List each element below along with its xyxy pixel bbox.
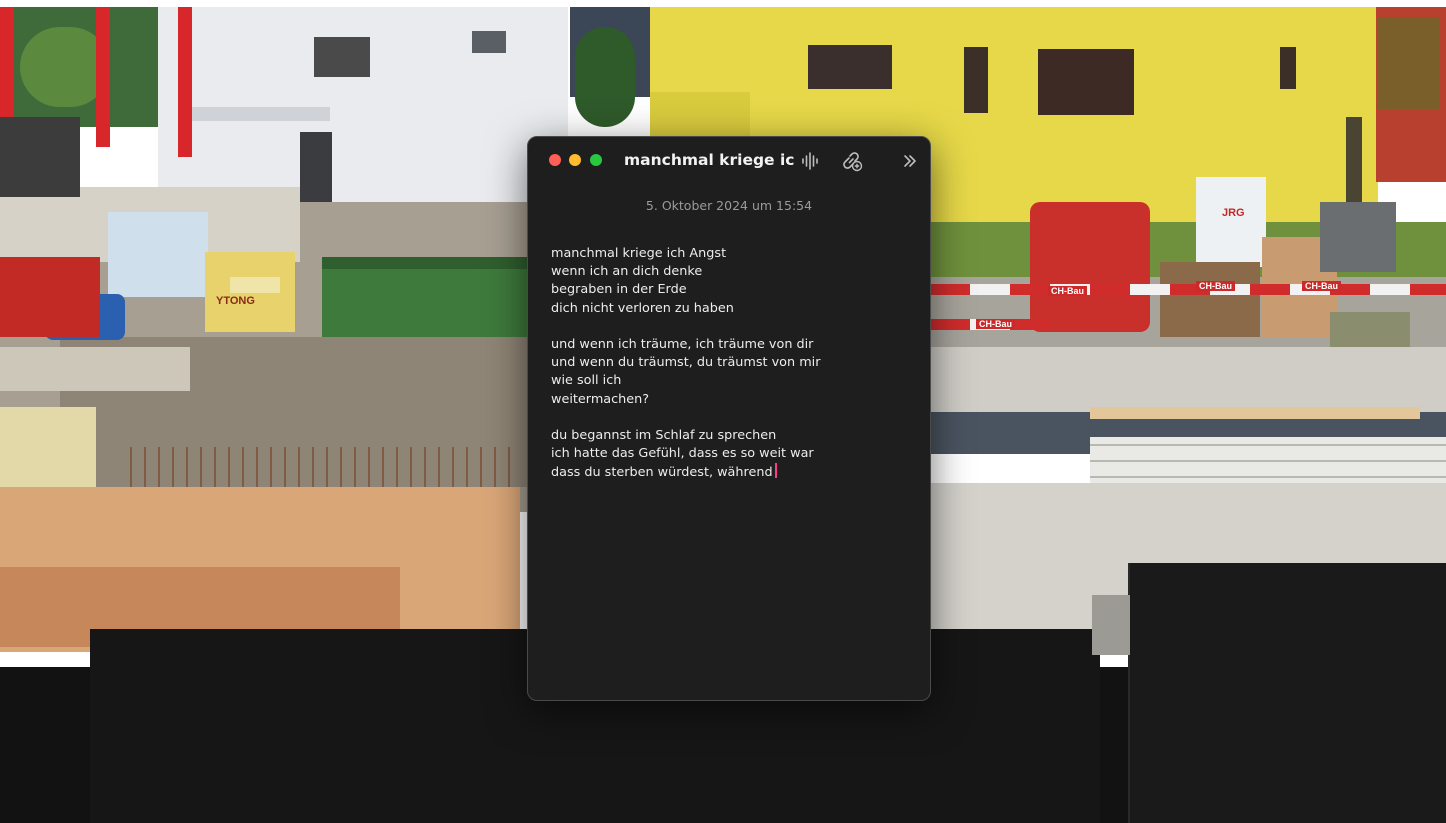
note-line: weitermachen? <box>551 391 650 407</box>
note-line: manchmal kriege ich Angst <box>551 246 727 261</box>
ytong-label: YTONG <box>216 295 255 307</box>
note-line: und wenn du träumst, du träumst von mir <box>551 355 821 371</box>
note-text-editor[interactable]: manchmal kriege ich Angst wenn ich an di… <box>551 245 911 675</box>
note-line <box>551 409 911 427</box>
ch-bau-sign: CH-Bau <box>1048 286 1087 296</box>
note-line-text: dass du sterben würdest, während <box>551 465 773 481</box>
waveform-icon[interactable] <box>798 149 822 173</box>
minimize-button[interactable] <box>569 154 581 166</box>
window-title: manchmal kriege ic... <box>624 151 794 169</box>
link-add-icon[interactable] <box>840 149 864 173</box>
note-line: und wenn ich träume, ich träume von dir <box>551 336 814 352</box>
note-line: du begannst im Schlaf zu sprechen <box>551 427 777 443</box>
note-line: ich hatte das Gefühl, dass es so weit wa… <box>551 446 814 462</box>
note-date: 5. Oktober 2024 um 15:54 <box>645 198 813 213</box>
ch-bau-sign: CH-Bau <box>976 319 1015 329</box>
note-line: wie soll ich <box>551 373 622 389</box>
ch-bau-sign: CH-Bau <box>1302 281 1341 291</box>
window-titlebar[interactable]: manchmal kriege ic... <box>528 137 930 183</box>
text-cursor <box>774 463 777 479</box>
screen: YTONG JRG CH-Bau CH-Bau CH-Bau CH-Bau ma… <box>0 0 1446 823</box>
note-line-last: dass du sterben würdest, während <box>551 463 911 481</box>
close-button[interactable] <box>549 154 561 166</box>
note-line <box>551 318 911 336</box>
note-line: begraben in der Erde <box>551 282 687 298</box>
ch-bau-sign: CH-Bau <box>1196 281 1235 291</box>
zoom-button[interactable] <box>590 154 602 166</box>
note-line: dich nicht verloren zu haben <box>551 300 734 316</box>
note-line: wenn ich an dich denke <box>551 264 703 280</box>
note-window: manchmal kriege ic... 5. Oktober 2024 um… <box>527 136 931 701</box>
jrg-label: JRG <box>1222 207 1245 219</box>
chevron-double-right-icon[interactable] <box>898 149 922 173</box>
